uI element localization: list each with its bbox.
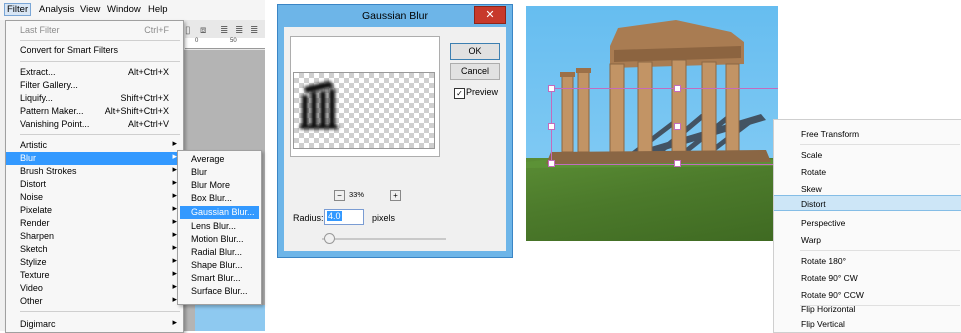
submenu-item-box-blur[interactable]: Box Blur... <box>180 192 259 205</box>
radius-unit: pixels <box>372 213 396 223</box>
menu-item-brush-strokes[interactable]: Brush Strokes ▸ <box>6 164 183 178</box>
menu-item-sketch[interactable]: Sketch ▸ <box>6 242 183 256</box>
radius-slider-thumb[interactable] <box>324 233 335 244</box>
align-bottom-icon[interactable]: ≣ <box>250 25 258 36</box>
submenu-item-average[interactable]: Average <box>180 153 259 166</box>
menu-window[interactable]: Window <box>107 4 141 15</box>
context-item-flip-horizontal[interactable]: Flip Horizontal <box>774 301 961 317</box>
zoom-in-button[interactable]: + <box>390 190 401 201</box>
context-item-rotate-90-cw[interactable]: Rotate 90° CW <box>774 270 961 286</box>
menu-item-liquify[interactable]: Liquify... Shift+Ctrl+X <box>6 92 183 105</box>
preview-pane[interactable] <box>293 72 435 149</box>
radius-slider-track[interactable] <box>322 238 446 240</box>
cancel-button[interactable]: Cancel <box>450 63 500 80</box>
close-button[interactable]: ✕ <box>474 6 506 24</box>
transform-center-point[interactable] <box>674 123 681 130</box>
ruler-tick-0: 0 <box>195 38 199 44</box>
transform-handle[interactable] <box>674 85 681 92</box>
zoom-out-button[interactable]: − <box>334 190 345 201</box>
context-item-rotate-180[interactable]: Rotate 180° <box>774 253 961 269</box>
menu-filter[interactable]: Filter <box>4 3 32 16</box>
dialog-body: OK Cancel ✓ Preview − 33% + Radius: 4.0 … <box>284 27 506 251</box>
submenu-item-surface-blur[interactable]: Surface Blur... <box>180 285 259 298</box>
menu-analysis[interactable]: Analysis <box>39 4 74 15</box>
transform-handle[interactable] <box>548 160 555 167</box>
filter-dropdown: Last Filter Ctrl+F Convert for Smart Fil… <box>5 20 184 333</box>
context-item-flip-vertical[interactable]: Flip Vertical <box>774 316 961 332</box>
menu-item-video[interactable]: Video ▸ <box>6 281 183 295</box>
menu-item-extract[interactable]: Extract... Alt+Ctrl+X <box>6 66 183 79</box>
menu-item-noise[interactable]: Noise ▸ <box>6 190 183 204</box>
menu-separator <box>800 144 960 145</box>
radius-value: 4.0 <box>327 211 342 221</box>
filter-menu-panel: Filter Analysis View Window Help ▯ ⧈ ≣ ≣… <box>0 0 265 333</box>
submenu-item-lens-blur[interactable]: Lens Blur... <box>180 220 259 233</box>
menu-item-sharpen[interactable]: Sharpen ▸ <box>6 229 183 243</box>
menu-separator <box>20 134 180 135</box>
radius-label: Radius: <box>293 213 324 223</box>
submenu-item-shape-blur[interactable]: Shape Blur... <box>180 259 259 272</box>
menu-separator <box>800 250 960 251</box>
ruler: 0 50 <box>185 38 265 49</box>
menu-item-filter-gallery[interactable]: Filter Gallery... <box>6 79 183 92</box>
ok-button[interactable]: OK <box>450 43 500 60</box>
transform-handle[interactable] <box>548 85 555 92</box>
menu-item-vanishing-point[interactable]: Vanishing Point... Alt+Ctrl+V <box>6 118 183 131</box>
submenu-item-radial-blur[interactable]: Radial Blur... <box>180 246 259 259</box>
menu-item-digimarc[interactable]: Digimarc ▸ <box>6 317 183 331</box>
submenu-item-smart-blur[interactable]: Smart Blur... <box>180 272 259 285</box>
transform-context-menu: Free Transform Scale Rotate Skew Distort… <box>773 119 961 333</box>
menu-item-pattern-maker[interactable]: Pattern Maker... Alt+Shift+Ctrl+X <box>6 105 183 118</box>
transform-bounding-box[interactable] <box>551 88 778 165</box>
context-item-perspective[interactable]: Perspective <box>774 215 961 231</box>
menu-item-texture[interactable]: Texture ▸ <box>6 268 183 282</box>
distribute-icon[interactable]: ⧈ <box>200 25 206 36</box>
chevron-right-icon: ▸ <box>172 317 177 327</box>
gaussian-blur-dialog: Gaussian Blur ✕ OK Cancel ✓ Preview − 33… <box>277 4 513 258</box>
menu-item-last-filter: Last Filter Ctrl+F <box>20 25 169 35</box>
ruler-tick-50: 50 <box>230 38 237 44</box>
menu-item-stylize[interactable]: Stylize ▸ <box>6 255 183 269</box>
menu-item-blur[interactable]: Blur ▸ <box>6 151 183 165</box>
menu-separator <box>20 61 180 62</box>
menu-separator <box>20 311 180 312</box>
menu-separator <box>20 40 180 41</box>
blur-submenu: Average Blur Blur More Box Blur... Gauss… <box>177 150 262 305</box>
preview-column <box>311 92 317 127</box>
menu-item-pixelate[interactable]: Pixelate ▸ <box>6 203 183 217</box>
context-item-distort[interactable]: Distort <box>774 195 961 211</box>
align-icon[interactable]: ▯ <box>185 25 191 36</box>
menu-item-convert-smart-filters[interactable]: Convert for Smart Filters <box>6 44 183 57</box>
radius-input[interactable]: 4.0 <box>324 209 364 225</box>
submenu-item-gaussian-blur[interactable]: Gaussian Blur... <box>180 206 259 219</box>
menu-help[interactable]: Help <box>148 4 168 15</box>
menu-bar: Filter Analysis View Window Help <box>0 0 265 20</box>
menu-item-artistic[interactable]: Artistic ▸ <box>6 138 183 152</box>
menu-item-distort[interactable]: Distort ▸ <box>6 177 183 191</box>
preview-column <box>302 95 308 127</box>
menu-item-render[interactable]: Render ▸ <box>6 216 183 230</box>
preview-column <box>320 91 326 127</box>
context-item-warp[interactable]: Warp <box>774 232 961 248</box>
context-item-rotate[interactable]: Rotate <box>774 164 961 180</box>
align-middle-icon[interactable]: ≣ <box>235 25 243 36</box>
zoom-level: 33% <box>349 190 365 199</box>
submenu-item-blur-more[interactable]: Blur More <box>180 179 259 192</box>
preview-column <box>329 89 335 127</box>
transform-handle[interactable] <box>674 160 681 167</box>
chevron-right-icon: ▸ <box>172 138 177 148</box>
blurred-temple-preview <box>300 81 338 129</box>
canvas-image <box>195 305 265 331</box>
submenu-item-blur[interactable]: Blur <box>180 166 259 179</box>
context-item-free-transform[interactable]: Free Transform <box>774 126 961 142</box>
menu-item-other[interactable]: Other ▸ <box>6 294 183 308</box>
submenu-item-motion-blur[interactable]: Motion Blur... <box>180 233 259 246</box>
preview-checkbox[interactable]: ✓ <box>454 88 465 99</box>
temple-image[interactable] <box>526 6 778 241</box>
preview-label: Preview <box>466 87 499 97</box>
align-top-icon[interactable]: ≣ <box>220 25 228 36</box>
transform-handle[interactable] <box>548 123 555 130</box>
context-item-scale[interactable]: Scale <box>774 147 961 163</box>
menu-view[interactable]: View <box>80 4 100 15</box>
